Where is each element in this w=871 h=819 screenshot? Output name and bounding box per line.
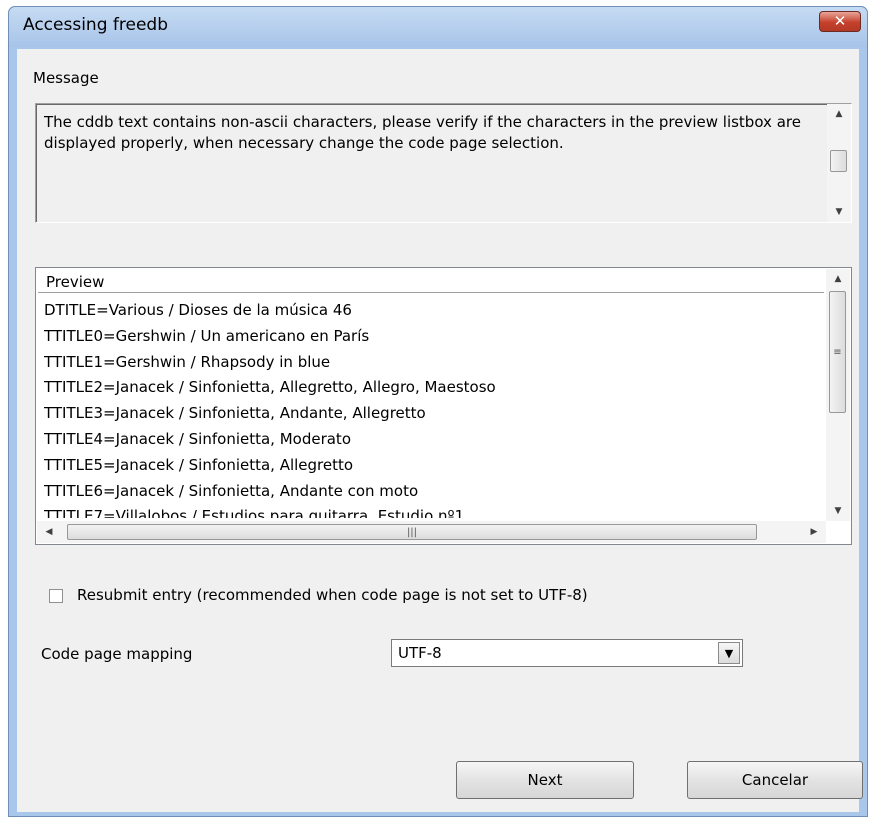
close-button[interactable]: ✕ — [819, 11, 861, 32]
preview-listbox[interactable]: Preview DTITLE=Various / Dioses de la mú… — [35, 267, 852, 545]
preview-line[interactable]: DTITLE=Various / Dioses de la música 46 — [44, 298, 824, 324]
preview-vertical-scrollbar[interactable]: ▲ ≡ ▼ — [826, 269, 850, 521]
scroll-down-arrow-icon[interactable]: ▼ — [826, 501, 850, 521]
dialog-body: Message The cddb text contains non-ascii… — [17, 49, 863, 812]
code-page-label: Code page mapping — [41, 645, 193, 663]
dialog-window: Accessing freedb ✕ Message The cddb text… — [8, 6, 868, 817]
code-page-value: UTF-8 — [398, 644, 442, 662]
message-vertical-scrollbar[interactable]: ▲ ▼ — [827, 104, 851, 222]
preview-scroll-thumb[interactable]: ≡ — [829, 291, 846, 413]
preview-line[interactable]: TTITLE7=Villalobos / Estudios para guita… — [44, 504, 824, 518]
message-label: Message — [33, 69, 99, 87]
resubmit-checkbox[interactable] — [49, 589, 63, 603]
preview-line[interactable]: TTITLE0=Gershwin / Un americano en París — [44, 324, 824, 350]
cancel-button[interactable]: Cancelar — [687, 761, 863, 799]
next-button[interactable]: Next — [456, 761, 634, 799]
close-icon: ✕ — [833, 12, 847, 30]
chevron-down-icon[interactable]: ▼ — [718, 642, 740, 664]
preview-line[interactable]: TTITLE4=Janacek / Sinfonietta, Moderato — [44, 427, 824, 453]
window-title: Accessing freedb — [23, 15, 168, 35]
next-button-label: Next — [527, 771, 563, 789]
code-page-select[interactable]: UTF-8 ▼ — [391, 639, 743, 667]
preview-horizontal-thumb[interactable]: ||| — [67, 524, 757, 540]
preview-horizontal-scrollbar[interactable]: ◀ ||| ▶ — [37, 521, 826, 543]
message-scroll-thumb[interactable] — [830, 150, 847, 172]
title-bar[interactable]: Accessing freedb ✕ — [9, 7, 867, 47]
scroll-left-arrow-icon[interactable]: ◀ — [37, 522, 61, 542]
preview-line[interactable]: TTITLE5=Janacek / Sinfonietta, Allegrett… — [44, 453, 824, 479]
scroll-up-arrow-icon[interactable]: ▲ — [826, 269, 850, 289]
preview-column-header[interactable]: Preview — [38, 271, 824, 293]
preview-line[interactable]: TTITLE1=Gershwin / Rhapsody in blue — [44, 350, 824, 376]
message-box: The cddb text contains non-ascii charact… — [35, 103, 852, 223]
resubmit-label[interactable]: Resubmit entry (recommended when code pa… — [77, 586, 588, 604]
cancel-button-label: Cancelar — [741, 771, 809, 789]
message-text: The cddb text contains non-ascii charact… — [44, 113, 801, 152]
preview-line[interactable]: TTITLE6=Janacek / Sinfonietta, Andante c… — [44, 479, 824, 505]
preview-lines: DTITLE=Various / Dioses de la música 46 … — [44, 298, 824, 518]
scroll-down-arrow-icon[interactable]: ▼ — [827, 202, 851, 222]
preview-line[interactable]: TTITLE2=Janacek / Sinfonietta, Allegrett… — [44, 375, 824, 401]
scroll-up-arrow-icon[interactable]: ▲ — [827, 104, 851, 124]
preview-line[interactable]: TTITLE3=Janacek / Sinfonietta, Andante, … — [44, 401, 824, 427]
scroll-right-arrow-icon[interactable]: ▶ — [802, 522, 826, 542]
